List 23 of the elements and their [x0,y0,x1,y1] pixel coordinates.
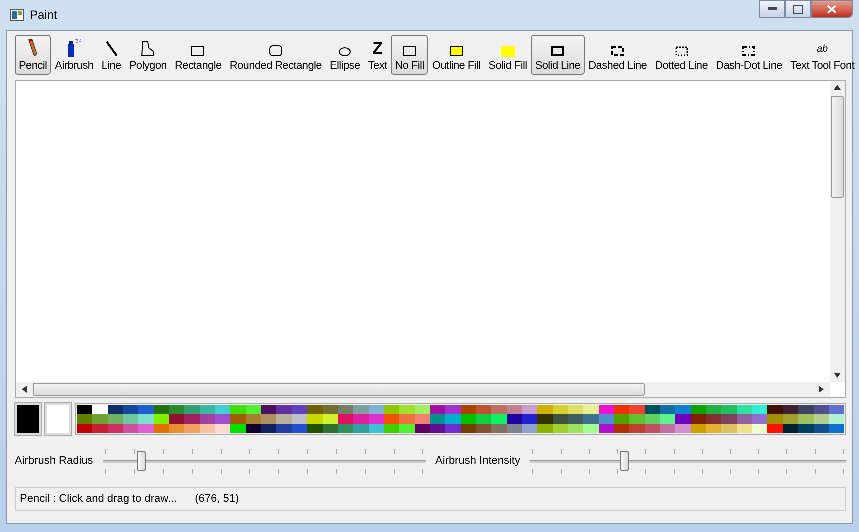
slider-label: Airbrush Intensity [436,455,520,467]
font-button[interactable]: ab Text Tool Font [786,35,859,75]
tool-button[interactable]: Rounded Rectangle [226,35,326,75]
line-style-button[interactable]: Dotted Line [651,35,712,75]
text-glyph: Z [372,40,383,57]
line-style-button[interactable]: Dash-Dot Line [712,35,786,75]
cursor-coordinates: (676, 51) [195,493,240,505]
window-title: Paint [30,8,58,22]
tool-button[interactable]: Ellipse [326,35,364,75]
tool-button[interactable]: Z Text [364,35,392,75]
tool-button[interactable]: Polygon [125,35,171,75]
tool-button[interactable]: Airbrush [51,35,98,75]
slider-label: Airbrush Radius [15,455,94,467]
status-message: Pencil : Click and drag to draw... [20,493,178,505]
line-style-button[interactable]: Dashed Line [584,35,652,75]
tool-button[interactable]: Rectangle [171,35,226,75]
fill-button[interactable]: Outline Fill [428,35,485,75]
tool-button[interactable]: Line [98,35,126,75]
tool-button[interactable]: Pencil [15,35,52,75]
fill-button[interactable]: No Fill [391,35,428,75]
font-glyph: ab [816,43,828,57]
fill-button[interactable]: Solid Fill [484,35,532,75]
line-style-button[interactable]: Solid Line [531,35,585,75]
